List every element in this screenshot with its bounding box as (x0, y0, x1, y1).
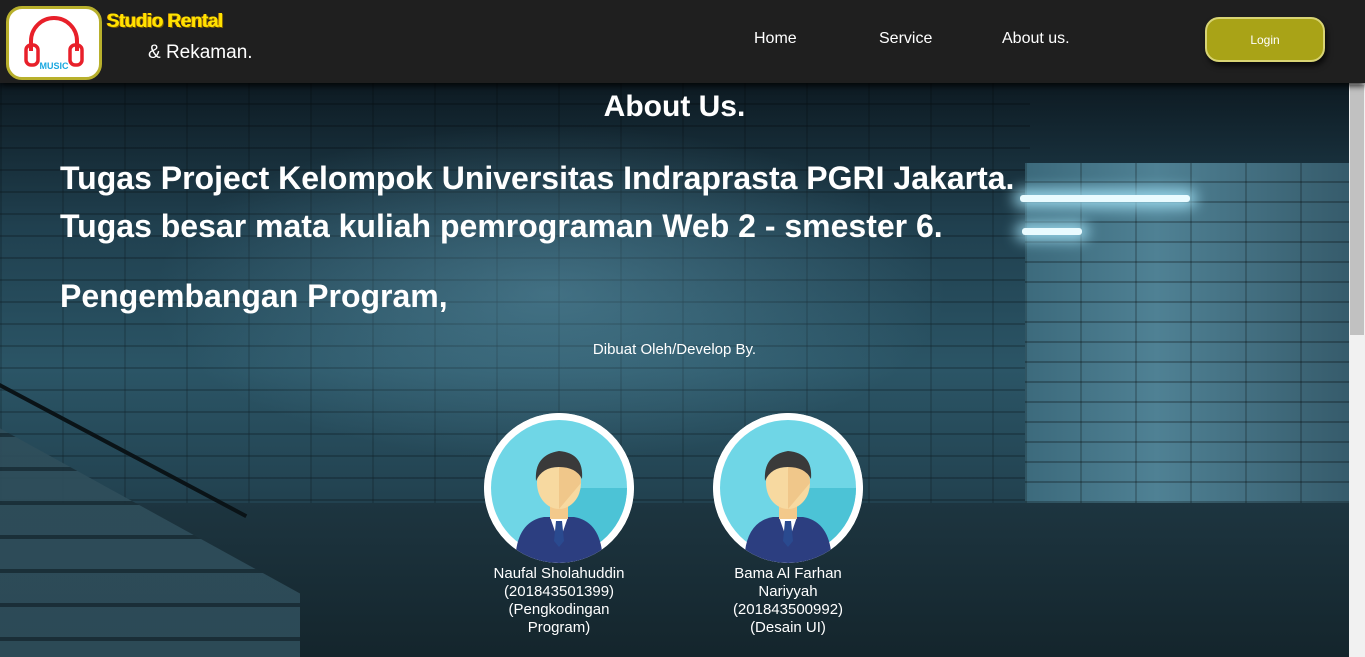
project-description: Tugas Project Kelompok Universitas Indra… (60, 160, 1015, 196)
wall-lamp (1022, 228, 1082, 235)
brand-title: Studio Rental (107, 11, 223, 32)
headphones-icon: MUSIC (24, 16, 84, 71)
nav-home[interactable]: Home (754, 30, 797, 48)
avatar (484, 413, 634, 563)
developer-card: Naufal Sholahuddin (201843501399) (Pengk… (484, 413, 634, 637)
brand-subtitle: & Rekaman. (148, 42, 253, 63)
login-button[interactable]: Login (1205, 17, 1325, 62)
developer-name: Naufal Sholahuddin (493, 565, 625, 582)
wall-lamp (1020, 195, 1190, 202)
logo[interactable]: MUSIC (6, 6, 102, 80)
developer-role: (Pengkodingan Program) (508, 601, 610, 636)
developer-info: Bama Al Farhan Nariyyah (201843500992) (… (713, 565, 863, 637)
nav-service[interactable]: Service (879, 30, 932, 48)
course-description: Tugas besar mata kuliah pemrograman Web … (60, 208, 943, 244)
developer-role: (Desain UI) (750, 619, 826, 636)
navbar: MUSIC Studio Rental & Rekaman. Home Serv… (0, 0, 1365, 83)
avatar (713, 413, 863, 563)
developer-card: Bama Al Farhan Nariyyah (201843500992) (… (713, 413, 863, 637)
scrollbar-thumb[interactable] (1350, 85, 1364, 335)
developed-by-label: Dibuat Oleh/Develop By. (592, 341, 757, 358)
nav-about-us[interactable]: About us. (1002, 30, 1070, 48)
developer-name: Bama Al Farhan Nariyyah (734, 565, 842, 600)
logo-text: MUSIC (40, 61, 70, 71)
development-heading: Pengembangan Program, (60, 278, 448, 314)
developer-id: (201843500992) (732, 601, 844, 618)
developer-id: (201843501399) (503, 583, 615, 600)
developer-info: Naufal Sholahuddin (201843501399) (Pengk… (484, 565, 634, 637)
page-title: About Us. (603, 90, 746, 123)
